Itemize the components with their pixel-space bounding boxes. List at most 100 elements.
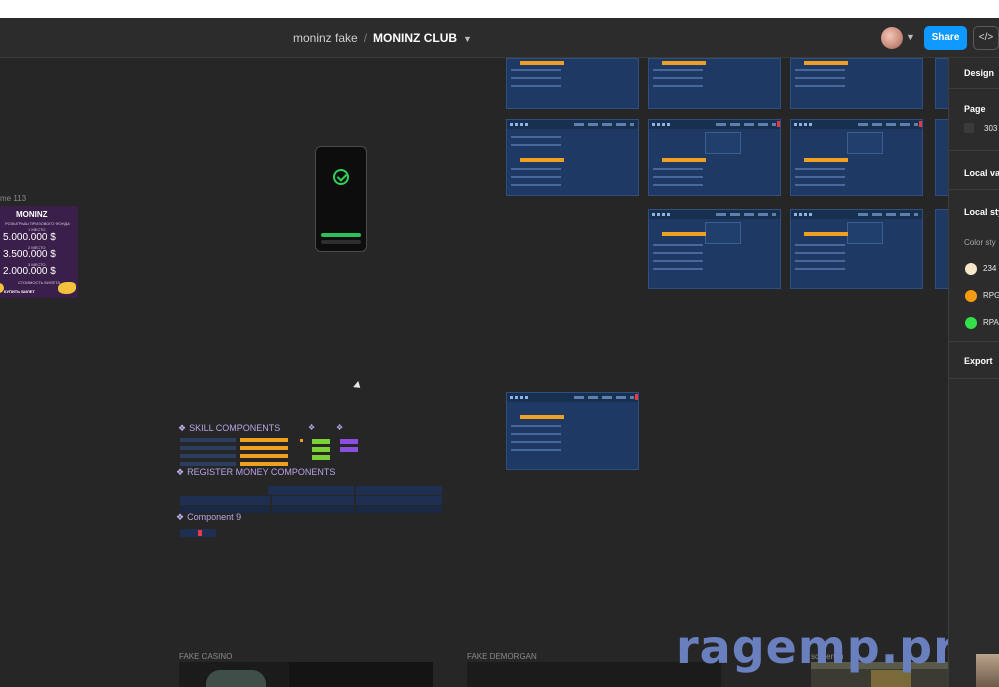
component-icon: ❖ <box>176 512 185 522</box>
frame-label[interactable]: FAKE CASINO <box>179 652 232 661</box>
export-heading[interactable]: Export <box>964 356 993 366</box>
ui-screen-frame[interactable] <box>648 58 781 109</box>
component-instance[interactable] <box>198 530 202 536</box>
ui-screen-frame[interactable] <box>506 58 639 109</box>
skill-button[interactable] <box>340 439 358 444</box>
phone-mockup-frame[interactable] <box>315 146 367 252</box>
ui-screen-frame[interactable] <box>648 119 781 196</box>
promo-amount: 3.500.000 $ <box>3 249 56 260</box>
component-icon: ❖ <box>178 423 187 433</box>
avatar[interactable] <box>881 27 903 49</box>
figma-app: moninz fake / MONINZ CLUB ▼ ▼ Share </> me … <box>0 18 999 687</box>
skill-bar[interactable] <box>240 446 288 450</box>
chevron-down-icon[interactable]: ▼ <box>906 32 915 42</box>
color-style-label[interactable]: 234 <box>983 264 996 273</box>
component-set-title: REGISTER MONEY COMPONENTS <box>187 467 336 477</box>
properties-panel: Design Page 303 Local va Local sty Color… <box>948 58 999 687</box>
dev-mode-button[interactable]: </> <box>973 26 999 50</box>
skill-button[interactable] <box>312 439 330 444</box>
component-icon: ❖ <box>176 467 185 477</box>
promo-frame[interactable]: MONINZ РОЗЫГРЫШ ПРИЗОВОГО ФОНДА 1 МЕСТО … <box>0 206 78 298</box>
ui-screen-frame[interactable] <box>506 119 639 196</box>
promo-button: КУПИТЬ БИЛЕТ <box>4 289 35 294</box>
skill-row[interactable] <box>180 462 236 466</box>
divider <box>949 341 999 342</box>
ui-screen-frame[interactable] <box>790 58 923 109</box>
color-styles-heading: Color sty <box>964 238 996 247</box>
toolbar: moninz fake / MONINZ CLUB ▼ ▼ Share </> <box>0 18 999 58</box>
color-style-swatch[interactable] <box>965 263 977 275</box>
skill-bar[interactable] <box>240 438 288 442</box>
color-style-label[interactable]: RPA <box>983 318 999 327</box>
component-set-title: SKILL COMPONENTS <box>189 423 281 433</box>
page-color-value[interactable]: 303 <box>984 124 997 133</box>
color-style-swatch[interactable] <box>965 290 977 302</box>
window-top-strip <box>0 0 999 18</box>
breadcrumb-separator: / <box>363 31 368 45</box>
component-set-title: Component 9 <box>187 512 242 522</box>
divider <box>949 88 999 89</box>
pointing-hand-icon <box>58 282 76 294</box>
ui-screen-frame[interactable] <box>506 392 639 470</box>
ui-screen-frame[interactable] <box>790 119 923 196</box>
register-money-cell[interactable] <box>180 496 270 505</box>
color-style-swatch[interactable] <box>965 317 977 329</box>
design-canvas[interactable]: me 113 MONINZ РОЗЫГРЫШ ПРИЗОВОГО ФОНДА 1… <box>0 58 948 687</box>
ui-screen-frame[interactable] <box>935 119 948 196</box>
divider <box>949 378 999 379</box>
chevron-down-icon[interactable]: ▼ <box>463 34 472 44</box>
component-icon[interactable]: ❖ <box>308 423 315 432</box>
phone-secondary-bar <box>321 240 361 244</box>
frame-label[interactable]: FAKE DEMORGAN <box>467 652 537 661</box>
phone-primary-bar <box>321 233 361 237</box>
thumbnail-shape <box>206 670 266 687</box>
register-money-cell[interactable] <box>356 486 442 495</box>
mouse-cursor-icon <box>353 381 363 391</box>
skill-row[interactable] <box>180 438 236 442</box>
register-money-cell[interactable] <box>356 496 442 505</box>
register-money-cell[interactable] <box>272 506 354 513</box>
skill-dot[interactable] <box>300 439 303 442</box>
register-money-cell[interactable] <box>268 486 354 495</box>
promo-amount: 5.000.000 $ <box>3 232 56 243</box>
component-set-label[interactable]: ❖ SKILL COMPONENTS <box>178 423 280 434</box>
skill-button[interactable] <box>312 447 330 452</box>
skill-button[interactable] <box>312 455 330 460</box>
watermark: ragemp.pro <box>676 620 948 674</box>
skill-bar[interactable] <box>240 454 288 458</box>
breadcrumb[interactable]: moninz fake / MONINZ CLUB ▼ <box>293 31 472 45</box>
tab-design[interactable]: Design <box>964 68 994 78</box>
local-styles-heading: Local sty <box>964 207 999 217</box>
casino-frame-thumbnail[interactable] <box>179 662 433 687</box>
ui-screen-frame[interactable] <box>935 209 948 289</box>
ui-screen-frame[interactable] <box>648 209 781 289</box>
skill-bar[interactable] <box>240 462 288 466</box>
color-style-label[interactable]: RPG <box>983 291 999 300</box>
component-set-label[interactable]: ❖ Component 9 <box>176 512 241 523</box>
check-circle-icon <box>333 169 349 185</box>
file-name[interactable]: MONINZ CLUB <box>373 31 457 45</box>
promo-caption: СТОИМОСТЬ БИЛЕТА <box>18 280 61 285</box>
register-money-cell[interactable] <box>272 496 354 505</box>
frame-label[interactable]: me 113 <box>0 194 26 203</box>
promo-subtitle: РОЗЫГРЫШ ПРИЗОВОГО ФОНДА <box>5 221 70 226</box>
component-icon[interactable]: ❖ <box>336 423 343 432</box>
register-money-cell[interactable] <box>356 506 442 513</box>
local-variables-heading[interactable]: Local va <box>964 168 999 178</box>
divider <box>949 150 999 151</box>
component-set-label[interactable]: ❖ REGISTER MONEY COMPONENTS <box>176 467 335 478</box>
skill-button[interactable] <box>340 447 358 452</box>
project-name[interactable]: moninz fake <box>293 31 358 45</box>
share-button[interactable]: Share <box>924 26 967 50</box>
webcam-overlay <box>976 654 999 687</box>
promo-amount: 2.000.000 $ <box>3 266 56 277</box>
ui-screen-frame[interactable] <box>935 58 948 109</box>
skill-row[interactable] <box>180 446 236 450</box>
promo-title: MONINZ <box>16 210 48 219</box>
page-heading: Page <box>964 104 986 114</box>
page-color-swatch[interactable] <box>964 123 974 133</box>
skill-row[interactable] <box>180 454 236 458</box>
divider <box>949 189 999 190</box>
thumbnail-panel <box>289 662 433 687</box>
ui-screen-frame[interactable] <box>790 209 923 289</box>
